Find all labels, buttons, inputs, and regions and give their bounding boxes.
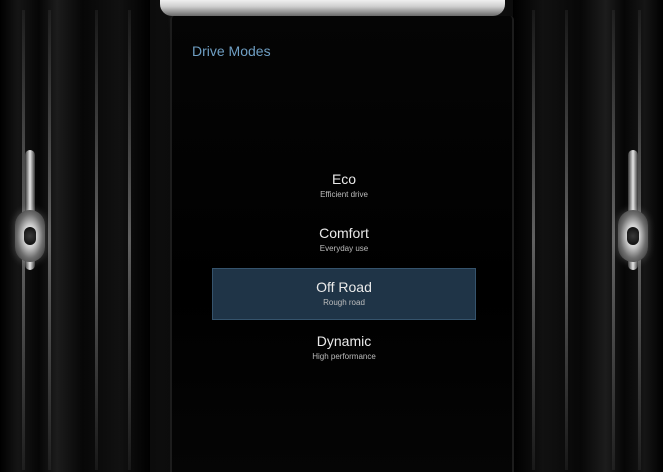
mode-description: High performance: [312, 352, 376, 361]
page-title: Drive Modes: [192, 43, 271, 59]
mode-description: Everyday use: [319, 244, 369, 253]
vent-slat: [48, 10, 51, 470]
center-display: Drive Modes Eco Efficient drive Comfort …: [170, 16, 514, 472]
left-vent-knob[interactable]: [15, 210, 45, 262]
right-vent-knob[interactable]: [618, 210, 648, 262]
vent-slat: [565, 10, 568, 470]
vent-slat: [95, 10, 98, 470]
mode-description: Efficient drive: [320, 190, 368, 199]
left-air-vent: [0, 0, 150, 472]
drive-mode-list: Eco Efficient drive Comfort Everyday use…: [212, 160, 476, 376]
vent-slat: [128, 10, 131, 470]
vent-slat: [612, 10, 615, 470]
drive-mode-comfort[interactable]: Comfort Everyday use: [212, 214, 476, 266]
screen-top-trim: [160, 0, 505, 16]
drive-mode-dynamic[interactable]: Dynamic High performance: [212, 322, 476, 374]
mode-name: Dynamic: [316, 333, 372, 349]
mode-name: Off Road: [316, 279, 372, 295]
mode-description: Rough road: [323, 298, 365, 307]
vent-slat: [532, 10, 535, 470]
drive-mode-eco[interactable]: Eco Efficient drive: [212, 160, 476, 212]
mode-name: Comfort: [319, 225, 369, 241]
drive-mode-off-road[interactable]: Off Road Rough road: [212, 268, 476, 320]
mode-name: Eco: [331, 171, 357, 187]
right-air-vent: [513, 0, 663, 472]
